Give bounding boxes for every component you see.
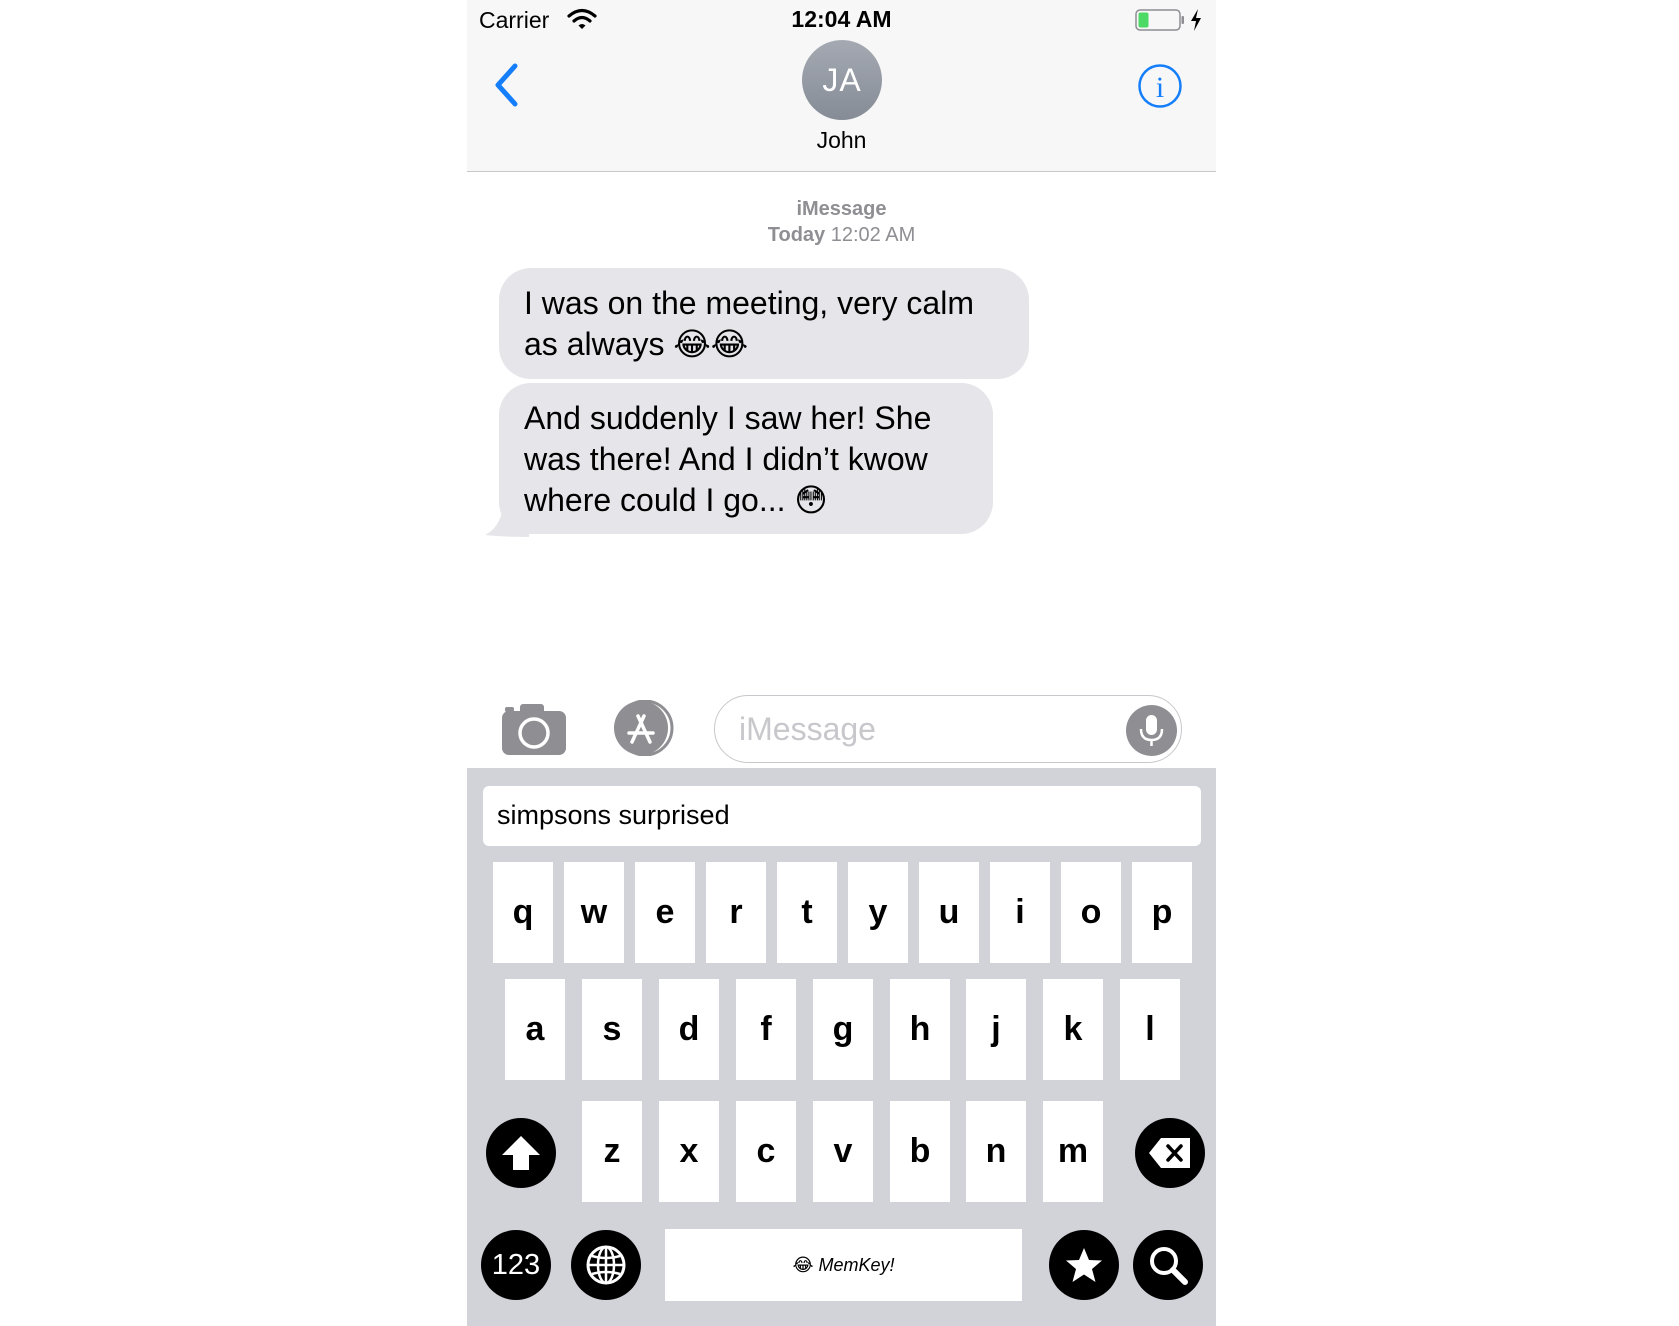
numbers-key[interactable]: 123 [481,1230,551,1300]
key-g[interactable]: g [813,979,873,1080]
globe-icon [586,1245,626,1285]
favorites-key[interactable] [1049,1230,1119,1300]
search-icon [1150,1247,1188,1285]
key-m[interactable]: m [1043,1101,1103,1202]
message-line: And suddenly I saw her! She [524,400,932,436]
keyboard: simpsons surprised q w e r t y u i o p a… [467,768,1216,1326]
key-t[interactable]: t [777,862,837,963]
message-input[interactable]: iMessage [714,695,1182,763]
message-line: where could I go... 😳 [524,482,828,518]
avatar-initials: JA [822,61,862,98]
key-q[interactable]: q [493,862,553,963]
shift-key[interactable] [486,1118,556,1188]
contact-avatar[interactable]: JA [802,40,882,120]
key-c[interactable]: c [736,1101,796,1202]
message-line: I was on the meeting, very calm [524,285,974,321]
phone-screen: Carrier 12:04 AM JA John i iMessage Toda… [467,0,1216,1326]
message-line: as always 😂😂 [524,326,749,362]
backspace-icon [1149,1138,1190,1168]
timestamp-day: Today [767,224,826,246]
camera-icon[interactable] [500,701,568,757]
key-f[interactable]: f [736,979,796,1080]
microphone-icon[interactable] [1126,705,1177,756]
key-w[interactable]: w [564,862,624,963]
service-label: iMessage [796,198,887,220]
back-chevron-icon[interactable] [489,60,523,110]
key-v[interactable]: v [813,1101,873,1202]
status-time: 12:04 AM [791,6,892,32]
message-input-placeholder: iMessage [739,711,876,747]
app-store-icon[interactable] [607,700,681,756]
key-n[interactable]: n [966,1101,1026,1202]
search-key[interactable] [1133,1230,1203,1300]
conversation-header: Carrier 12:04 AM JA John i [467,0,1216,172]
message-bubble-incoming[interactable]: And suddenly I saw her! She was there! A… [499,383,993,534]
key-b[interactable]: b [890,1101,950,1202]
key-j[interactable]: j [966,979,1026,1080]
timestamp-time: 12:02 AM [830,224,916,246]
key-o[interactable]: o [1061,862,1121,963]
svg-text:i: i [1156,71,1164,104]
key-a[interactable]: a [505,979,565,1080]
gif-search-field[interactable]: simpsons surprised [483,786,1201,846]
key-i[interactable]: i [990,862,1050,963]
key-y[interactable]: y [848,862,908,963]
key-d[interactable]: d [659,979,719,1080]
charging-bolt-icon [1191,9,1201,31]
shift-arrow-icon [502,1136,540,1170]
battery-icon [1135,9,1184,31]
info-icon[interactable]: i [1137,63,1183,109]
key-l[interactable]: l [1120,979,1180,1080]
delete-key[interactable] [1135,1118,1205,1188]
globe-key[interactable] [571,1230,641,1300]
space-key[interactable]: 😂 MemKey! [665,1229,1022,1301]
message-line: was there! And I didn’t kwow [524,441,928,477]
key-s[interactable]: s [582,979,642,1080]
key-e[interactable]: e [635,862,695,963]
key-p[interactable]: p [1132,862,1192,963]
key-r[interactable]: r [706,862,766,963]
key-u[interactable]: u [919,862,979,963]
message-bubble-incoming[interactable]: I was on the meeting, very calm as alway… [499,268,1029,379]
star-icon [1066,1248,1102,1282]
key-z[interactable]: z [582,1101,642,1202]
contact-name[interactable]: John [467,127,1216,154]
key-h[interactable]: h [890,979,950,1080]
key-x[interactable]: x [659,1101,719,1202]
message-timestamp: Today 12:02 AM [467,224,1216,247]
key-k[interactable]: k [1043,979,1103,1080]
